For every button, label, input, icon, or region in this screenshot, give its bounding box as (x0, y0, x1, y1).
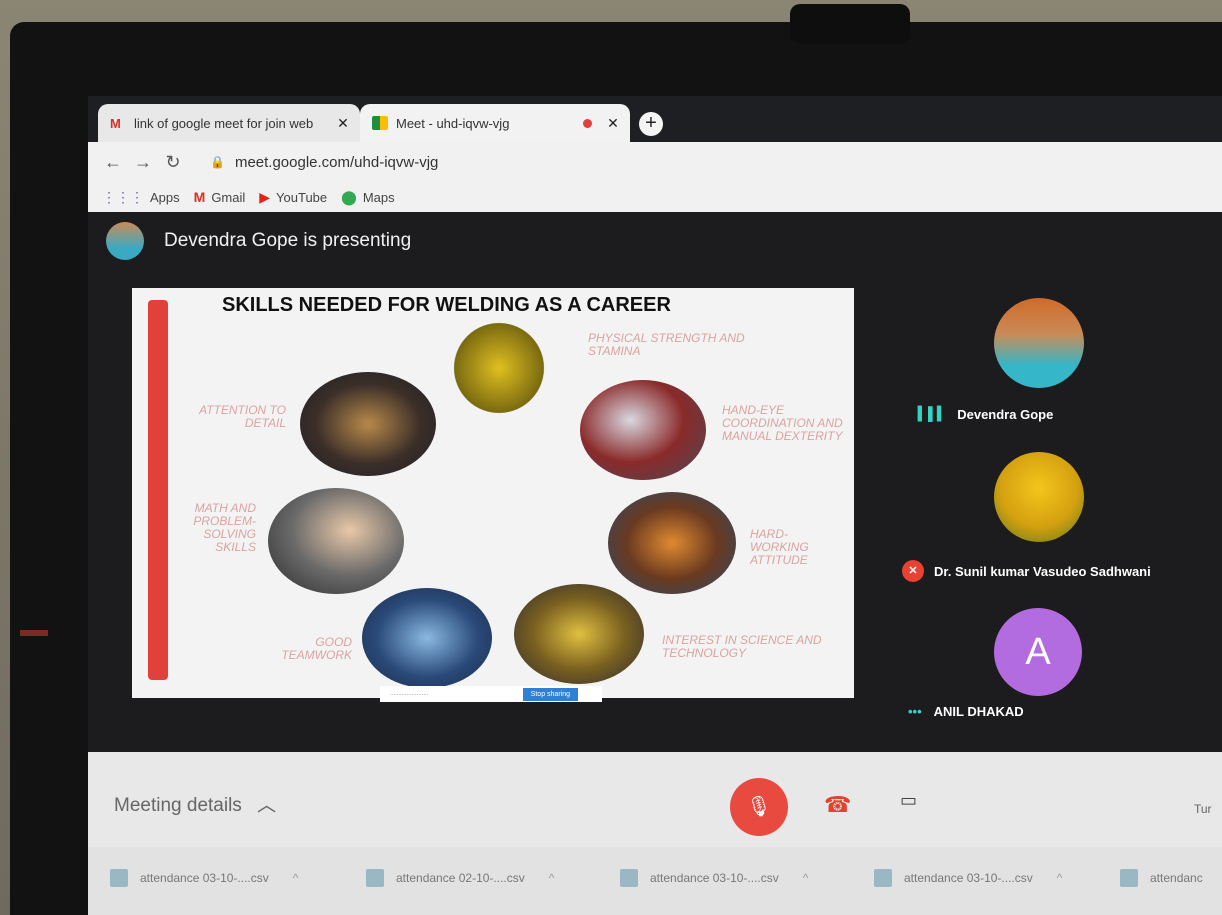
skill-label: HAND-EYE COORDINATION AND MANUAL DEXTERI… (722, 403, 843, 443)
participant-tile[interactable]: A ••• ANIL DHAKAD (898, 608, 1188, 748)
participant-tile[interactable]: ▍▌▍ Devendra Gope (898, 298, 1188, 438)
download-item[interactable]: attendance 02-10-....csv ^ (366, 869, 554, 887)
avatar (994, 298, 1084, 388)
chevron-up-icon[interactable]: ^ (293, 871, 299, 885)
skill-label: GOOD TEAMWORK (281, 635, 352, 662)
toolbar: ← → ↻ 🔒 meet.google.com/uhd-iqvw-vjg (88, 142, 1222, 182)
recording-icon (583, 118, 592, 128)
reload-icon[interactable]: ↻ (158, 152, 188, 173)
chevron-up-icon[interactable]: ^ (549, 871, 555, 885)
tab-meet[interactable]: Meet - uhd-iqvw-vjg ✕ (360, 104, 630, 142)
hardwork-photo (608, 492, 736, 594)
bookmark-label: Apps (150, 189, 180, 205)
shared-slide: SKILLS NEEDED FOR WELDING AS A CAREER PH… (132, 288, 854, 702)
coordination-photo (580, 380, 706, 480)
speaking-icon: ▍▌▍ (918, 406, 948, 421)
participant-name: ••• ANIL DHAKAD (908, 704, 1024, 719)
csv-file-icon (110, 869, 128, 887)
meet-icon (372, 116, 388, 130)
avatar (106, 222, 144, 260)
gmail-icon: M (110, 116, 121, 131)
detail-photo (300, 372, 436, 476)
tab-label: link of google meet for join web (134, 115, 314, 131)
camera-toggle-button[interactable]: ▭ (900, 790, 917, 811)
chevron-up-icon[interactable]: ^ (1057, 871, 1063, 885)
browser-window: M link of google meet for join web ✕ Mee… (88, 96, 1222, 915)
camera-icon: ▭ (900, 790, 918, 810)
csv-file-icon (366, 869, 384, 887)
mic-toggle-button[interactable]: 🎙 (730, 778, 788, 836)
avatar: A (994, 608, 1082, 696)
welder-photo (444, 318, 554, 418)
mic-off-icon: 🎙 (746, 796, 772, 818)
download-item[interactable]: attendance 03-10-....csv ^ (874, 869, 1062, 887)
presenting-text: Devendra Gope is presenting (164, 230, 412, 251)
forward-icon[interactable]: → (128, 152, 158, 173)
close-tab-icon[interactable]: ✕ (604, 115, 622, 132)
bookmarks-bar: ⋮⋮⋮ Apps M Gmail ▶ YouTube ⬤ Maps (88, 182, 1222, 212)
call-controls: Meeting details ︿ 🎙 ☎ ▭ Tur (88, 752, 1222, 847)
hang-up-icon: ☎ (824, 792, 852, 817)
bookmark-label: YouTube (276, 189, 328, 205)
robot-photo (514, 584, 644, 684)
back-icon[interactable]: ← (98, 152, 128, 173)
youtube-icon: ▶ (259, 188, 271, 205)
meet-stage: Devendra Gope is presenting SKILLS NEEDE… (88, 212, 1222, 752)
gmail-icon: M (193, 189, 206, 205)
tab-strip: M link of google meet for join web ✕ Mee… (88, 96, 1222, 142)
stop-sharing-button[interactable]: Stop sharing (522, 687, 578, 701)
download-item[interactable]: attendance 03-10-....csv ^ (620, 869, 808, 887)
monitor-indicator-light (20, 630, 48, 636)
avatar (994, 452, 1084, 542)
bookmark-youtube[interactable]: ▶ YouTube (259, 189, 327, 206)
lock-icon[interactable]: 🔒 (210, 155, 225, 169)
skill-label: INTEREST IN SCIENCE AND TECHNOLOGY (662, 633, 822, 660)
sharing-text: ....................... (390, 691, 429, 697)
skill-label: HARD-WORKING ATTITUDE (750, 527, 809, 567)
skill-label: MATH AND PROBLEM-SOLVING SKILLS (193, 501, 256, 554)
chevron-up-icon[interactable]: ^ (803, 871, 809, 885)
csv-file-icon (1120, 869, 1138, 887)
skill-label: ATTENTION TO DETAIL (199, 403, 286, 430)
chevron-up-icon: ︿ (257, 795, 277, 816)
bookmark-maps[interactable]: ⬤ Maps (341, 189, 394, 206)
hang-up-button[interactable]: ☎ (824, 792, 851, 818)
captions-toggle[interactable]: Tur (1194, 802, 1212, 816)
presenting-banner: Devendra Gope is presenting (106, 222, 411, 260)
tab-label: Meet - uhd-iqvw-vjg (396, 115, 510, 131)
maps-icon: ⬤ (341, 188, 357, 205)
close-tab-icon[interactable]: ✕ (334, 115, 352, 132)
download-item[interactable]: attendance 03-10-....csv ^ (110, 869, 298, 887)
teamwork-photo (362, 588, 492, 688)
more-options-icon[interactable]: ••• (908, 704, 922, 719)
bookmark-apps[interactable]: ⋮⋮⋮ Apps (102, 189, 180, 206)
bookmark-label: Maps (362, 189, 395, 205)
downloads-bar: attendance 03-10-....csv ^ attendance 02-… (88, 847, 1222, 915)
slide-accent-bar (148, 300, 168, 680)
slide-title: SKILLS NEEDED FOR WELDING AS A CAREER (222, 294, 671, 316)
address-bar[interactable]: meet.google.com/uhd-iqvw-vjg (235, 154, 438, 171)
new-tab-button[interactable]: + (639, 112, 663, 136)
skill-label: PHYSICAL STRENGTH AND STAMINA (588, 331, 745, 358)
tab-gmail[interactable]: M link of google meet for join web ✕ (98, 104, 360, 142)
math-photo (268, 488, 404, 594)
meeting-details-button[interactable]: Meeting details ︿ (114, 790, 276, 817)
participant-name: ✕ Dr. Sunil kumar Vasudeo Sadhwani (902, 560, 1151, 582)
apps-grid-icon: ⋮⋮⋮ (102, 188, 144, 205)
csv-file-icon (620, 869, 638, 887)
webcam (790, 4, 910, 44)
mic-off-icon: ✕ (902, 560, 924, 582)
sharing-bar: ....................... Stop sharing (380, 686, 602, 702)
participant-name: ▍▌▍ Devendra Gope (918, 406, 1054, 422)
csv-file-icon (874, 869, 892, 887)
bookmark-gmail[interactable]: M Gmail (194, 189, 246, 205)
bookmark-label: Gmail (211, 189, 246, 205)
participant-tile[interactable]: ✕ Dr. Sunil kumar Vasudeo Sadhwani (898, 452, 1188, 592)
download-item[interactable]: attendanc (1120, 869, 1203, 887)
